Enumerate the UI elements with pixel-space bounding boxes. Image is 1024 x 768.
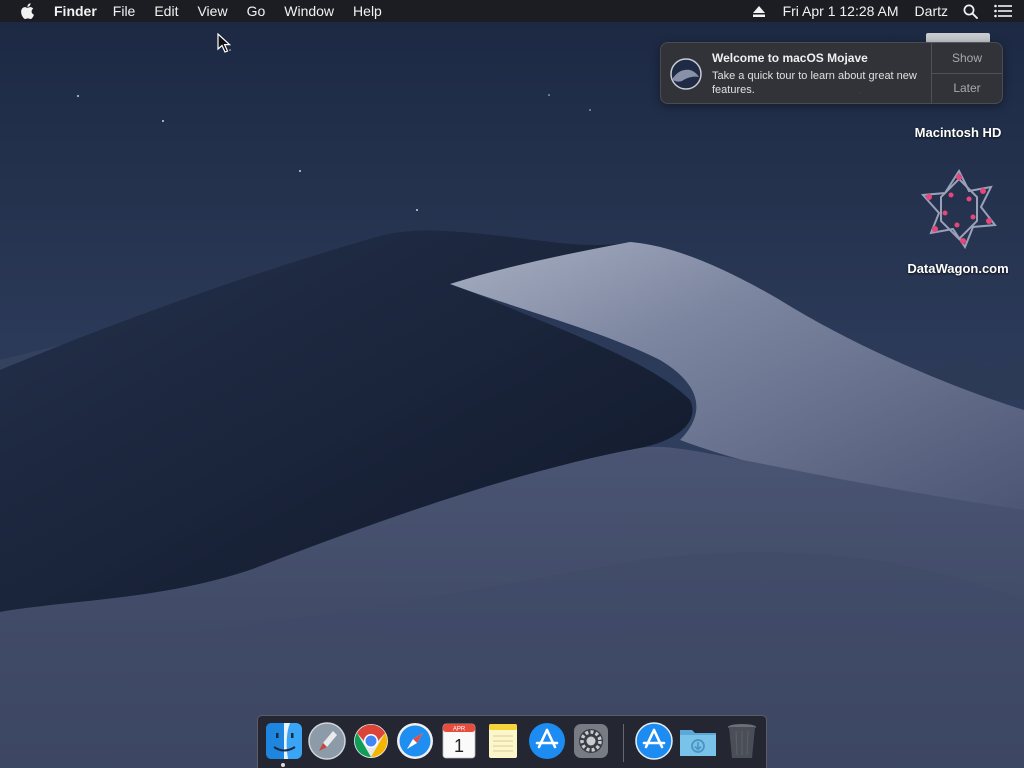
- menu-help[interactable]: Help: [353, 3, 382, 19]
- downloads-folder-icon[interactable]: [678, 721, 718, 761]
- menu-bar-clock[interactable]: Fri Apr 1 12:28 AM: [783, 3, 899, 19]
- menu-edit[interactable]: Edit: [154, 3, 178, 19]
- app-store-download-icon[interactable]: [634, 721, 674, 761]
- apple-menu-icon[interactable]: [20, 3, 34, 19]
- finder-running-indicator: [281, 763, 285, 767]
- desktop-icon-label: Macintosh HD: [914, 125, 1002, 140]
- launchpad-icon[interactable]: [307, 721, 347, 761]
- desktop-icon-macintosh-hd[interactable]: Macintosh HD: [898, 125, 1018, 140]
- spotlight-search-icon[interactable]: [963, 4, 978, 19]
- notification-content: Welcome to macOS Mojave Take a quick tou…: [712, 43, 931, 103]
- menu-bar: Finder File Edit View Go Window Help Fri…: [0, 0, 1024, 22]
- dock: APR 1: [257, 715, 767, 768]
- system-preferences-icon[interactable]: [571, 721, 611, 761]
- menu-window[interactable]: Window: [284, 3, 334, 19]
- dock-separator: [623, 724, 624, 762]
- calendar-icon[interactable]: APR 1: [439, 721, 479, 761]
- safari-icon[interactable]: [395, 721, 435, 761]
- notification-body: Take a quick tour to learn about great n…: [712, 70, 917, 96]
- menu-view[interactable]: View: [197, 3, 227, 19]
- mouse-cursor-icon: [217, 33, 231, 53]
- menu-file[interactable]: File: [113, 3, 136, 19]
- desktop-icon-datawagon[interactable]: DataWagon.com: [898, 261, 1018, 276]
- calendar-day: 1: [454, 736, 464, 756]
- menu-bar-right: Fri Apr 1 12:28 AM Dartz: [752, 0, 1024, 22]
- trash-icon[interactable]: [722, 721, 762, 761]
- desktop-icon-label: DataWagon.com: [907, 261, 1009, 276]
- calendar-month: APR: [453, 727, 466, 733]
- welcome-notification[interactable]: Welcome to macOS Mojave Take a quick tou…: [660, 42, 1003, 104]
- app-store-icon[interactable]: [527, 721, 567, 761]
- notification-center-icon[interactable]: [994, 4, 1012, 18]
- notes-icon[interactable]: [483, 721, 523, 761]
- notification-show-button[interactable]: Show: [932, 43, 1002, 73]
- mojave-icon: [670, 58, 702, 90]
- menu-go[interactable]: Go: [247, 3, 266, 19]
- eject-icon[interactable]: [752, 5, 765, 17]
- notification-title: Welcome to macOS Mojave: [712, 51, 868, 65]
- notification-actions: Show Later: [931, 43, 1002, 103]
- datawagon-icon[interactable]: [917, 169, 1001, 249]
- desktop-wallpaper: [0, 0, 1024, 768]
- app-menu-finder[interactable]: Finder: [54, 3, 97, 19]
- finder-icon[interactable]: [264, 721, 304, 761]
- menu-bar-left: Finder File Edit View Go Window Help: [0, 0, 401, 22]
- chrome-icon[interactable]: [351, 721, 391, 761]
- notification-later-button[interactable]: Later: [932, 72, 1002, 104]
- menu-bar-user[interactable]: Dartz: [915, 3, 948, 19]
